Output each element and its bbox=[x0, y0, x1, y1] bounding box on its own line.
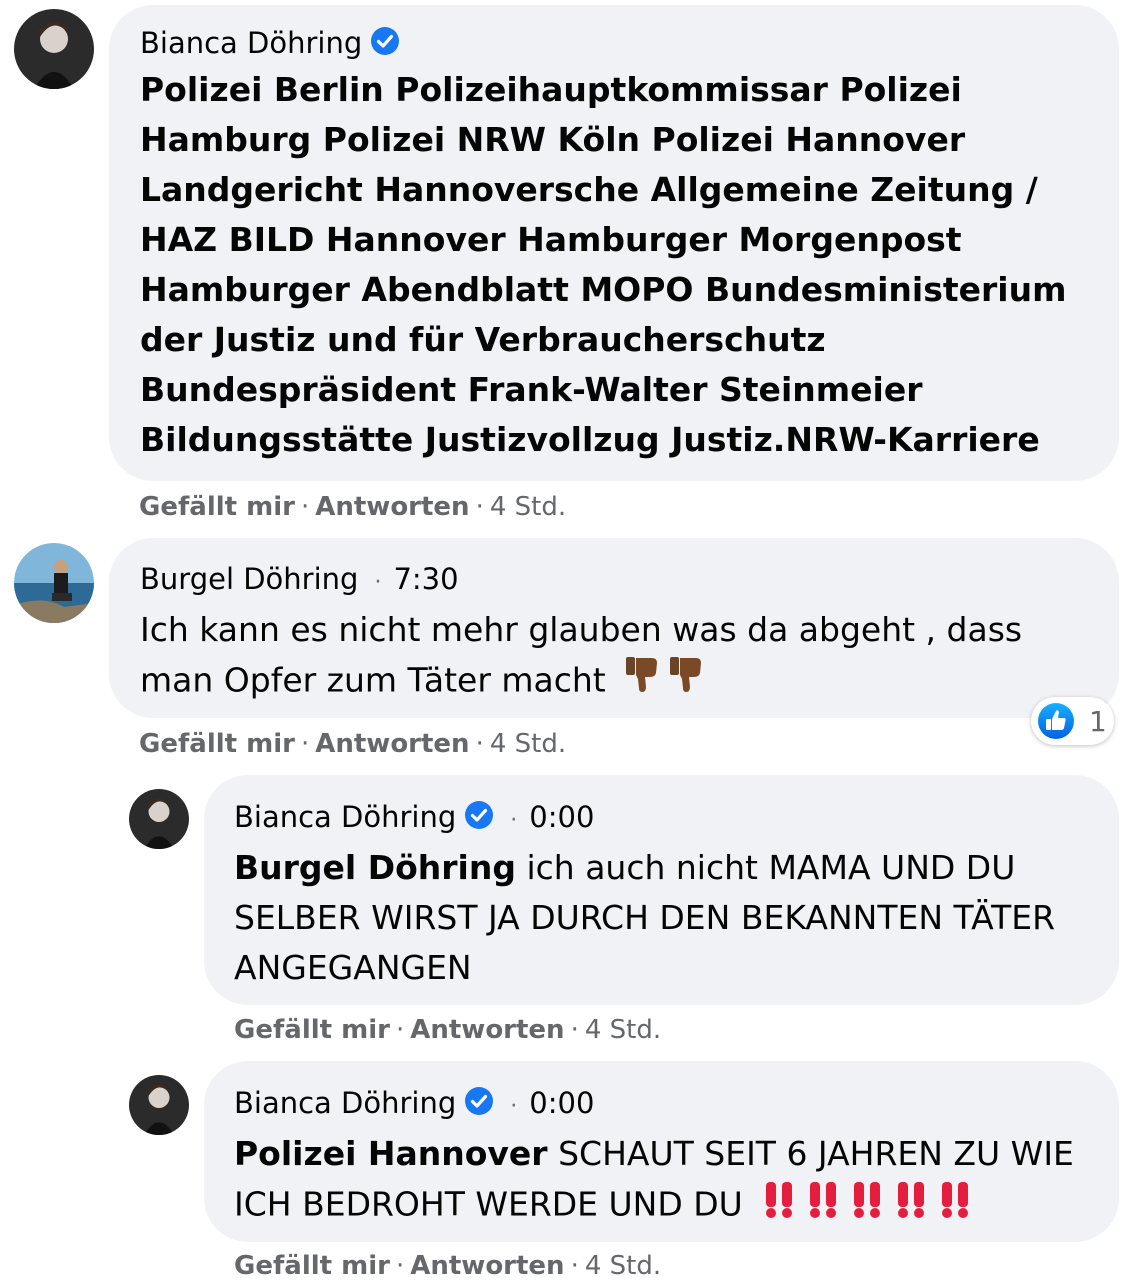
reply-bubble: Bianca Döhring · 0:00 Polizei Hannover SCH… bbox=[204, 1061, 1119, 1242]
thumbs-down-icon bbox=[624, 655, 660, 709]
thumbs-down-icon bbox=[668, 655, 704, 709]
separator: · bbox=[395, 1251, 405, 1281]
comment-header: Bianca Döhring · 0:00 bbox=[234, 1085, 1089, 1125]
comment-text: Ich kann es nicht mehr glauben was da ab… bbox=[140, 610, 1023, 700]
comment-bubble: Burgel Döhring · 7:30 Ich kann es nicht me… bbox=[109, 538, 1119, 718]
comment-time[interactable]: 0:00 bbox=[529, 800, 594, 834]
reply-button[interactable]: Antworten bbox=[315, 492, 469, 522]
mention-link[interactable]: Polizei Hannover bbox=[234, 1134, 548, 1173]
avatar[interactable] bbox=[14, 9, 94, 89]
separator: · bbox=[300, 729, 310, 759]
author-name[interactable]: Bianca Döhring bbox=[234, 800, 456, 834]
double-exclamation-icon bbox=[895, 1179, 927, 1233]
author-name[interactable]: Burgel Döhring bbox=[140, 562, 358, 596]
verified-badge-icon bbox=[370, 26, 400, 56]
separator: · bbox=[510, 808, 518, 833]
separator: · bbox=[395, 1015, 405, 1045]
like-button[interactable]: Gefällt mir bbox=[139, 729, 295, 759]
separator: · bbox=[570, 1251, 579, 1281]
comment-bubble: Bianca Döhring Polizei Berlin Polizeihau… bbox=[109, 5, 1119, 481]
comment-text-wrapper: Burgel Döhring ich auch nicht MAMA UND D… bbox=[234, 843, 1089, 993]
comment-actions: Gefällt mir · Antworten · 4 Std. bbox=[234, 1014, 661, 1046]
comment-age[interactable]: 4 Std. bbox=[585, 1251, 661, 1281]
separator: · bbox=[570, 1015, 579, 1045]
author-name[interactable]: Bianca Döhring bbox=[140, 26, 362, 60]
reply-button[interactable]: Antworten bbox=[410, 1015, 564, 1045]
like-button[interactable]: Gefällt mir bbox=[234, 1251, 390, 1281]
reply-button[interactable]: Antworten bbox=[410, 1251, 564, 1281]
verified-badge-icon bbox=[464, 1086, 494, 1116]
comment-header: Bianca Döhring · 0:00 bbox=[234, 799, 1089, 839]
comment-age[interactable]: 4 Std. bbox=[490, 492, 566, 522]
comment-actions: Gefällt mir · Antworten · 4 Std. bbox=[234, 1250, 661, 1282]
comment-header: Bianca Döhring bbox=[140, 25, 1089, 61]
double-exclamation-icon bbox=[851, 1179, 883, 1233]
verified-badge-icon bbox=[464, 800, 494, 830]
separator: · bbox=[475, 492, 484, 522]
comment-time[interactable]: 7:30 bbox=[393, 562, 458, 596]
separator: · bbox=[510, 1094, 518, 1119]
comment-time[interactable]: 0:00 bbox=[529, 1086, 594, 1120]
comment-age[interactable]: 4 Std. bbox=[585, 1015, 661, 1045]
separator: · bbox=[300, 492, 310, 522]
separator: · bbox=[475, 729, 484, 759]
comment-age[interactable]: 4 Std. bbox=[490, 729, 566, 759]
double-exclamation-icon bbox=[939, 1179, 971, 1233]
like-button[interactable]: Gefällt mir bbox=[234, 1015, 390, 1045]
comment-text-wrapper: Polizei Hannover SCHAUT SEIT 6 JAHREN ZU… bbox=[234, 1129, 1089, 1233]
reaction-summary[interactable]: 1 bbox=[1031, 697, 1114, 745]
comment-actions: Gefällt mir · Antworten · 4 Std. bbox=[139, 728, 566, 760]
like-button[interactable]: Gefällt mir bbox=[139, 492, 295, 522]
comment-actions: Gefällt mir · Antworten · 4 Std. bbox=[139, 491, 566, 523]
mention-link[interactable]: Burgel Döhring bbox=[234, 848, 516, 887]
author-name[interactable]: Bianca Döhring bbox=[234, 1086, 456, 1120]
reply-bubble: Bianca Döhring · 0:00 Burgel Döhring ich a… bbox=[204, 775, 1119, 1005]
double-exclamation-icon bbox=[763, 1179, 795, 1233]
reaction-count: 1 bbox=[1089, 704, 1107, 738]
avatar[interactable] bbox=[129, 1075, 189, 1135]
double-exclamation-icon bbox=[807, 1179, 839, 1233]
comment-header: Burgel Döhring · 7:30 bbox=[140, 561, 1089, 601]
reply-button[interactable]: Antworten bbox=[315, 729, 469, 759]
like-icon bbox=[1037, 702, 1075, 740]
separator: · bbox=[374, 570, 382, 595]
avatar[interactable] bbox=[129, 789, 189, 849]
avatar[interactable] bbox=[14, 543, 94, 623]
comment-text-wrapper: Ich kann es nicht mehr glauben was da ab… bbox=[140, 605, 1089, 709]
comment-text: Polizei Berlin Polizeihauptkommissar Pol… bbox=[140, 70, 1067, 459]
